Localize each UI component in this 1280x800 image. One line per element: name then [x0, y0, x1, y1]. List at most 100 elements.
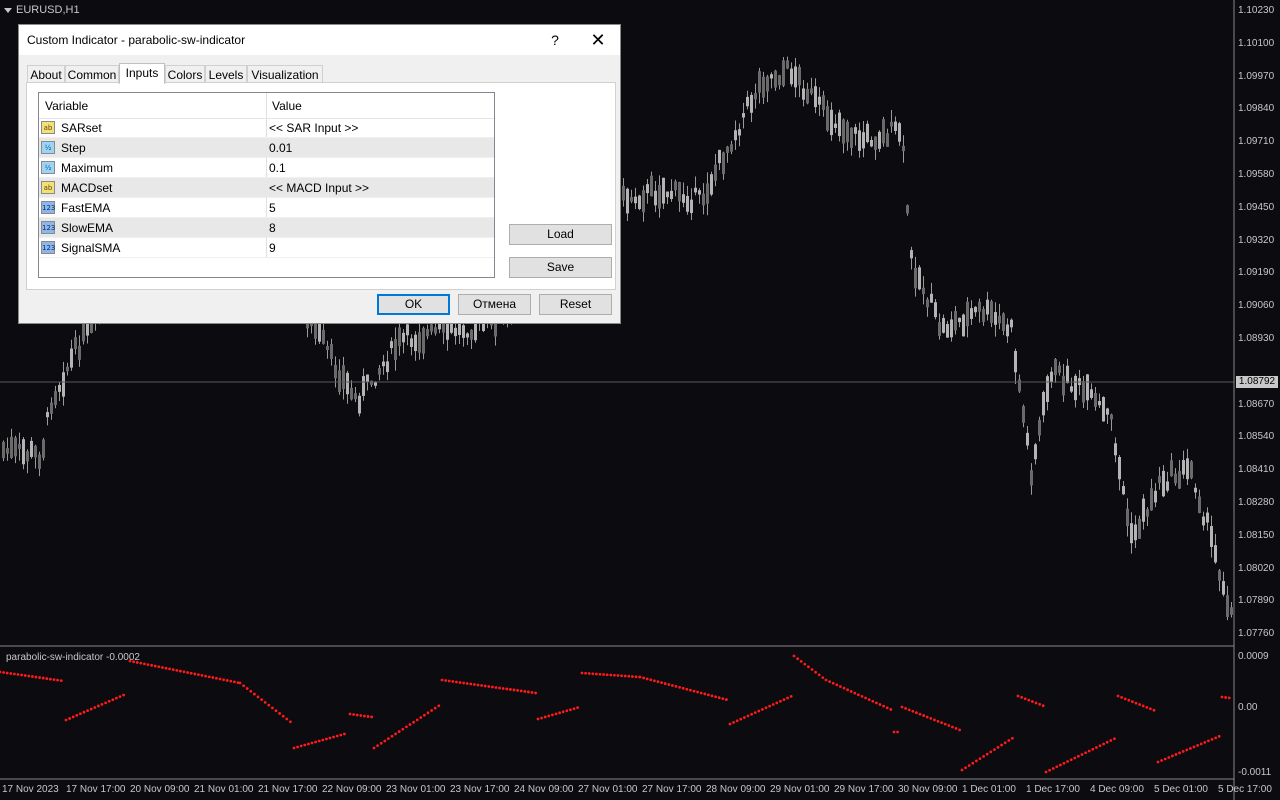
indicator-dot [394, 732, 397, 736]
indicator-dot [430, 709, 433, 712]
indicator-dot [771, 703, 775, 706]
indicator-dot [989, 750, 993, 754]
indicator-dot [153, 664, 157, 668]
candle-body [638, 195, 641, 210]
tab-about[interactable]: About [27, 65, 65, 83]
indicator-dot [200, 674, 204, 677]
candle-body [1182, 460, 1185, 475]
table-row[interactable]: ab SARset << SAR Input >> [39, 118, 494, 138]
candle-body [1206, 512, 1209, 523]
candle-body [406, 324, 409, 336]
double-icon: ½ [41, 161, 55, 174]
row-value[interactable]: << SAR Input >> [269, 121, 358, 135]
tab-levels[interactable]: Levels [205, 65, 247, 83]
candle-body [350, 387, 353, 400]
reset-button[interactable]: Reset [539, 294, 612, 315]
indicator-dot [447, 679, 451, 683]
candle-body [946, 324, 949, 338]
candle-body [422, 327, 425, 354]
tab-common[interactable]: Common [65, 65, 119, 83]
candle-body [1202, 516, 1205, 526]
price-tick-label: 1.08150 [1238, 529, 1275, 541]
row-value[interactable]: 8 [269, 221, 276, 235]
indicator-dot [412, 720, 415, 724]
ok-button[interactable]: OK [377, 294, 450, 315]
indicator-dot [171, 668, 175, 672]
indicator-dot [97, 704, 100, 708]
close-button[interactable]: ✕ [587, 29, 609, 51]
indicator-dot [732, 720, 735, 724]
indicator-dot [423, 713, 426, 717]
indicator-dot [649, 678, 653, 682]
candle-body [1058, 365, 1061, 373]
candle-body [1150, 488, 1153, 511]
symbol-label[interactable]: EURUSD,H1 [4, 4, 80, 16]
candle-body [874, 136, 877, 150]
candle-body [818, 96, 821, 105]
candle-body [690, 199, 693, 214]
row-value[interactable]: 0.01 [269, 141, 292, 155]
candle-body [838, 112, 841, 137]
indicator-dot [831, 681, 835, 685]
tab-colors[interactable]: Colors [165, 65, 205, 83]
save-button[interactable]: Save [509, 257, 612, 278]
indicator-dot [576, 706, 579, 710]
indicator-dot [1196, 743, 1199, 747]
indicator-dot [667, 683, 671, 686]
candle-body [358, 395, 361, 414]
price-tick-label: 1.09320 [1238, 234, 1275, 246]
candle-body [1138, 518, 1141, 539]
table-row[interactable]: 123 SignalSMA 9 [39, 238, 494, 258]
string-icon: ab [41, 121, 55, 134]
indicator-dot [1062, 761, 1066, 765]
table-row[interactable]: ab MACDset << MACD Input >> [39, 178, 494, 198]
table-row[interactable]: 123 SlowEMA 8 [39, 218, 494, 238]
candle-body [802, 88, 805, 100]
candle-body [774, 70, 777, 88]
candle-body [446, 321, 449, 340]
indicator-dot [111, 698, 115, 702]
indicator-dot [620, 674, 623, 678]
table-row[interactable]: ½ Step 0.01 [39, 138, 494, 158]
row-value[interactable]: << MACD Input >> [269, 181, 369, 195]
indicator-dot [161, 666, 164, 669]
candle-body [686, 195, 689, 212]
candle-body [778, 75, 781, 86]
indicator-dot [530, 691, 534, 694]
row-value[interactable]: 9 [269, 241, 276, 255]
symbol-text: EURUSD,H1 [16, 4, 80, 16]
candle-body [338, 370, 341, 392]
row-value[interactable]: 0.1 [269, 161, 286, 175]
cancel-button[interactable]: Отмена [458, 294, 531, 315]
candle-body [22, 439, 25, 465]
candle-body [402, 332, 405, 343]
indicator-dot [936, 719, 940, 723]
indicator-dot [38, 676, 41, 679]
indicator-dot [238, 681, 242, 685]
table-row[interactable]: ½ Maximum 0.1 [39, 158, 494, 178]
candle-body [1106, 408, 1109, 415]
indicator-dot [451, 680, 455, 683]
indicator-dot [1034, 701, 1038, 705]
row-value[interactable]: 5 [269, 201, 276, 215]
indicator-dot [929, 717, 933, 720]
indicator-dot [660, 681, 663, 685]
indicator-dot [79, 712, 82, 716]
indicator-dot [547, 714, 551, 718]
candle-body [658, 185, 661, 209]
column-value[interactable]: Value [272, 99, 302, 113]
indicator-dot [274, 709, 278, 713]
tab-visualization[interactable]: Visualization [247, 65, 323, 83]
load-button[interactable]: Load [509, 224, 612, 245]
tab-inputs[interactable]: Inputs [119, 63, 165, 84]
indicator-dot [993, 748, 996, 751]
table-row[interactable]: 123 FastEMA 5 [39, 198, 494, 218]
indicator-dot [215, 676, 218, 680]
indicator-dot [591, 672, 595, 676]
dialog-title-bar[interactable]: Custom Indicator - parabolic-sw-indicato… [19, 25, 620, 55]
candle-body [634, 196, 637, 204]
candle-body [754, 92, 757, 100]
help-button[interactable]: ? [545, 29, 565, 51]
column-variable[interactable]: Variable [45, 99, 88, 113]
time-tick-label: 20 Nov 09:00 [130, 784, 190, 795]
